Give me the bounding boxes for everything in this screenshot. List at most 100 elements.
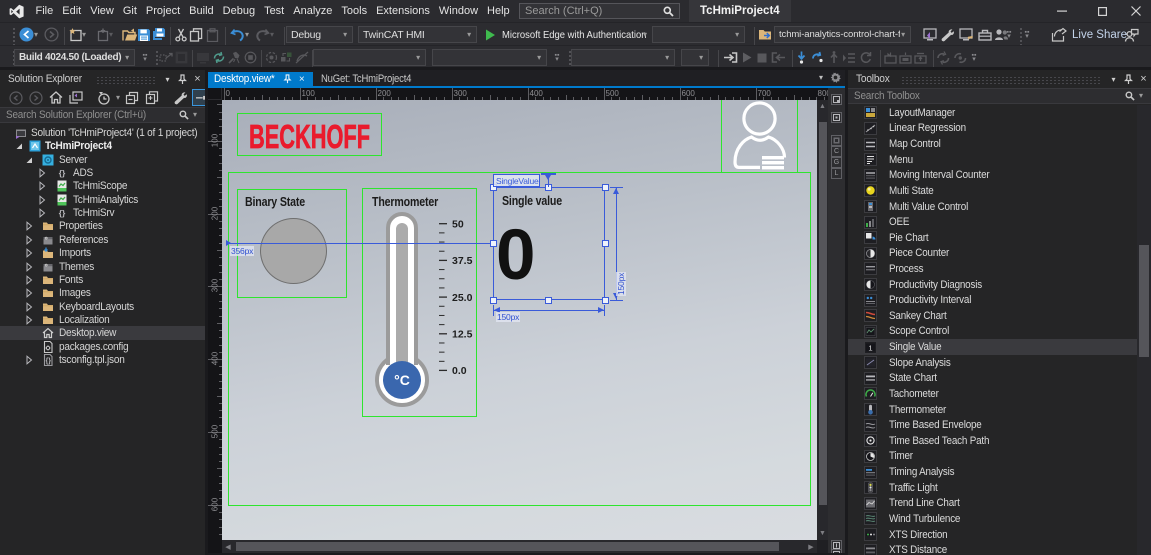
- toolbox-item-traffic-light[interactable]: Traffic Light: [848, 480, 1137, 496]
- toolbox-item-multi-state[interactable]: Multi State: [848, 183, 1137, 199]
- toolbox-item-map-control[interactable]: Map Control: [848, 136, 1137, 152]
- empty-combo[interactable]: ▾: [571, 49, 675, 66]
- tree-item-keyboardlayouts[interactable]: KeyboardLayouts: [0, 300, 205, 314]
- paste-button[interactable]: [203, 23, 222, 46]
- toolbox-item-sankey-chart[interactable]: Sankey Chart: [848, 308, 1137, 324]
- tree-item-desktop-view[interactable]: Desktop.view: [0, 326, 205, 341]
- toolbar-overflow[interactable]: ▪▪ ▾: [139, 46, 151, 69]
- menu-item-analyze[interactable]: Analyze: [289, 0, 337, 22]
- toggle-free-run-button[interactable]: [292, 46, 312, 69]
- se-switch-views-button[interactable]: [66, 87, 86, 109]
- vertical-scrollbar-thumb[interactable]: [818, 122, 827, 505]
- grid-toggle-icon[interactable]: [831, 135, 842, 146]
- menu-item-window[interactable]: Window: [434, 0, 482, 22]
- tree-item-server[interactable]: Server: [0, 153, 205, 167]
- tree-item-themes[interactable]: Themes: [0, 260, 205, 274]
- toolbox-item-thermometer[interactable]: Thermometer: [848, 402, 1137, 418]
- undo-dropdown[interactable]: ▾: [243, 23, 251, 46]
- menu-item-build[interactable]: Build: [185, 0, 218, 22]
- expander-collapsed-icon[interactable]: [23, 287, 35, 299]
- toolbox-item-state-chart[interactable]: State Chart: [848, 371, 1137, 387]
- pin-icon[interactable]: [1121, 70, 1136, 88]
- close-window-button[interactable]: [1120, 0, 1151, 22]
- start-debug-button[interactable]: Microsoft Edge with Authentication: [482, 23, 666, 46]
- expander-collapsed-icon[interactable]: [23, 314, 35, 326]
- toolbox-item-slope-analysis[interactable]: Slope Analysis: [848, 355, 1137, 371]
- solution-explorer-titlebar[interactable]: Solution Explorer ▾ ×: [0, 70, 205, 88]
- solution-platform-combo[interactable]: TwinCAT HMI ▾: [358, 26, 477, 43]
- se-home-button[interactable]: [46, 87, 66, 109]
- expander-collapsed-icon[interactable]: [23, 220, 35, 232]
- se-search-dropdown[interactable]: ▾: [189, 104, 199, 126]
- new-project-dropdown[interactable]: ▾: [80, 23, 88, 46]
- tree-item-tchmianalytics[interactable]: TcHmiAnalytics: [0, 193, 205, 207]
- empty-combo[interactable]: ▾: [432, 49, 547, 66]
- maximize-button[interactable]: [1086, 0, 1118, 22]
- selection-handle[interactable]: [489, 296, 497, 304]
- publish-button[interactable]: [911, 46, 930, 69]
- selection-handle[interactable]: [489, 240, 497, 247]
- menu-item-file[interactable]: File: [31, 0, 58, 22]
- toolbox-scrollbar-thumb[interactable]: [1139, 245, 1149, 357]
- scroll-right-arrow[interactable]: ▶: [806, 540, 816, 553]
- empty-combo[interactable]: ▾: [652, 26, 745, 43]
- solution-configuration-combo[interactable]: Debug ▾: [286, 26, 353, 43]
- scroll-up-arrow[interactable]: ▲: [817, 101, 828, 111]
- save-all-button[interactable]: [148, 23, 170, 46]
- reload-question-button[interactable]: [808, 46, 828, 69]
- tab-list-dropdown-icon[interactable]: ▾: [814, 73, 828, 82]
- expander-collapsed-icon[interactable]: [23, 234, 35, 246]
- expander-collapsed-icon[interactable]: [36, 180, 48, 192]
- snap-g-icon[interactable]: G: [831, 157, 842, 168]
- redo-dropdown[interactable]: ▾: [268, 23, 276, 46]
- toolbox-item-multi-value-control[interactable]: Multi Value Control: [848, 199, 1137, 215]
- scroll-down-arrow[interactable]: ▼: [817, 528, 828, 538]
- quick-search-box[interactable]: Search (Ctrl+Q): [519, 3, 680, 19]
- runtime-target-button[interactable]: [172, 46, 191, 69]
- snap-l-icon[interactable]: L: [831, 168, 842, 179]
- toolbox-item-linear-regression[interactable]: Linear Regression: [848, 121, 1137, 137]
- start-target-dropdown[interactable]: ▾: [641, 23, 649, 46]
- toolbar-overflow[interactable]: ▪▪ ▾: [551, 46, 563, 69]
- menu-item-git[interactable]: Git: [118, 0, 141, 22]
- empty-combo[interactable]: ▾: [313, 49, 426, 66]
- add-item-dropdown[interactable]: ▾: [107, 23, 115, 46]
- tree-item-localization[interactable]: Localization: [0, 313, 205, 327]
- startup-object-combo[interactable]: tchmi-analytics-control-chart-fi ▾: [774, 26, 911, 43]
- menu-item-test[interactable]: Test: [260, 0, 289, 22]
- expander-expanded-icon[interactable]: [23, 154, 35, 166]
- toolbox-item-time-based-teach-path[interactable]: Time Based Teach Path: [848, 433, 1137, 449]
- se-show-all-files-button[interactable]: [142, 87, 163, 109]
- empty-combo-small[interactable]: ▾: [681, 49, 709, 66]
- server-config-button[interactable]: [956, 23, 977, 46]
- snap-c-icon[interactable]: C: [831, 146, 842, 157]
- toolbar-overflow[interactable]: ▪▪ ▾: [1021, 23, 1033, 46]
- navigate-forward-button[interactable]: [41, 23, 62, 46]
- solution-explorer-search-box[interactable]: Search Solution Explorer (Ctrl+ü) ▾: [0, 107, 205, 123]
- toolbox-item-scope-control[interactable]: Scope Control: [848, 324, 1137, 340]
- toolbox-item-wind-turbulence[interactable]: Wind Turbulence: [848, 511, 1137, 527]
- toolbox-item-oee[interactable]: OEE: [848, 214, 1137, 230]
- center-view-icon[interactable]: [831, 112, 842, 123]
- toolbox-item-time-based-envelope[interactable]: Time Based Envelope: [848, 417, 1137, 433]
- se-pending-changes-filter-button[interactable]: [94, 87, 114, 109]
- menu-item-tools[interactable]: Tools: [337, 0, 372, 22]
- expander-collapsed-icon[interactable]: [23, 274, 35, 286]
- feedback-button[interactable]: [1121, 23, 1142, 46]
- beckhoff-logo-widget[interactable]: BECKHOFF: [237, 113, 382, 156]
- horizontal-scrollbar-thumb[interactable]: [236, 542, 779, 551]
- tree-item-solution-tchmiproject4-1-of-1-project[interactable]: Solution 'TcHmiProject4' (1 of 1 project…: [0, 126, 205, 140]
- toolbox-item-xts-distance[interactable]: XTS Distance: [848, 542, 1137, 555]
- tree-item-tchmiproject4[interactable]: TcHmiProject4: [0, 139, 205, 153]
- se-back-button[interactable]: [6, 87, 26, 109]
- toolbox-search-box[interactable]: Search Toolbox ▾: [848, 88, 1151, 104]
- selection-handle[interactable]: [601, 240, 609, 247]
- se-filter-dropdown[interactable]: ▾: [114, 87, 122, 109]
- se-forward-button[interactable]: [26, 87, 46, 109]
- menu-item-help[interactable]: Help: [483, 0, 515, 22]
- se-collapse-all-button[interactable]: [122, 87, 142, 109]
- pin-tab-icon[interactable]: [282, 73, 294, 85]
- tree-item-tsconfig-tpl-json[interactable]: {} tsconfig.tpl.json: [0, 353, 205, 367]
- menu-item-project[interactable]: Project: [141, 0, 184, 22]
- toolbox-item-pie-chart[interactable]: Pie Chart: [848, 230, 1137, 246]
